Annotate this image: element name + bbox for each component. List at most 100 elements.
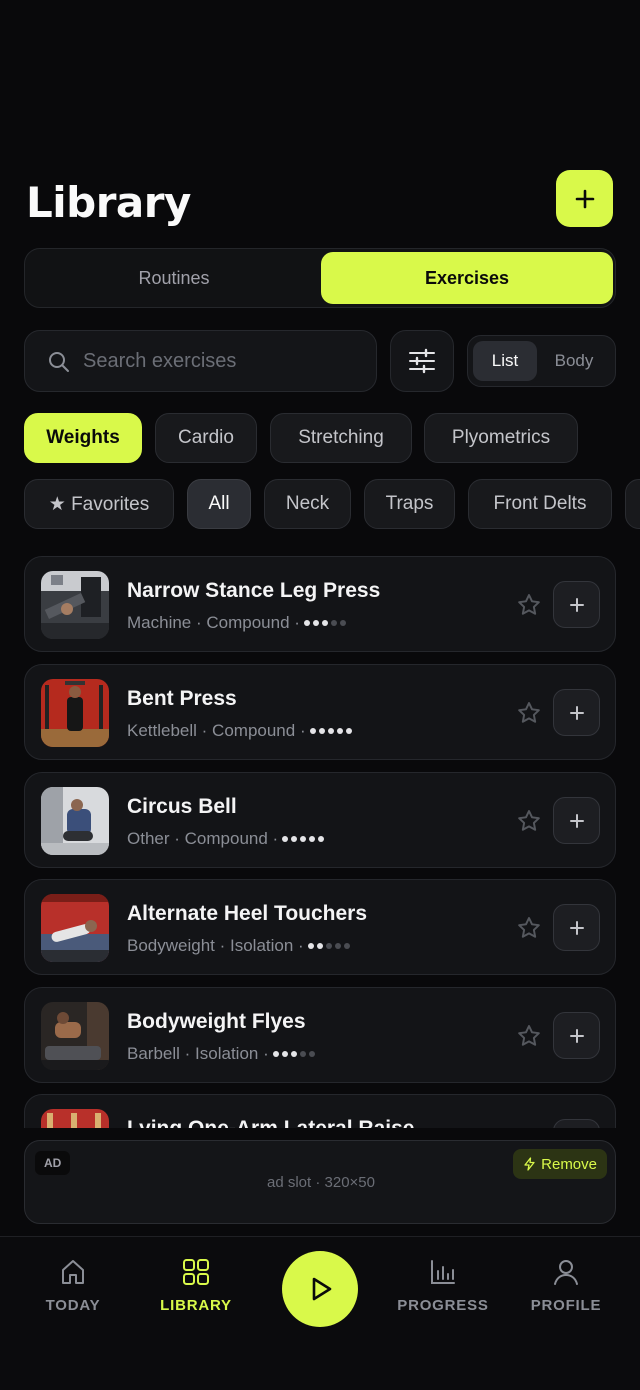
play-icon xyxy=(312,1277,332,1301)
plus-icon xyxy=(569,920,584,935)
difficulty-dot-filled xyxy=(303,620,310,626)
exercise-name: Alternate Heel Touchers xyxy=(127,902,368,925)
exercise-thumbnail xyxy=(41,679,109,747)
chip-favorites[interactable]: ★ Favorites xyxy=(24,479,174,529)
chip-weights[interactable]: Weights xyxy=(24,413,142,463)
exercise-card[interactable]: Circus Bell Other · Compound · xyxy=(24,772,616,868)
view-body-button[interactable]: Body xyxy=(540,341,608,381)
chip-plyometrics[interactable]: Plyometrics xyxy=(424,413,578,463)
exercise-card[interactable]: Bodyweight Flyes Barbell · Isolation · xyxy=(24,987,616,1083)
chip-more[interactable] xyxy=(625,479,640,529)
sliders-icon xyxy=(409,348,435,374)
star-icon xyxy=(518,594,540,615)
add-exercise-button[interactable] xyxy=(553,581,600,628)
difficulty-dot-filled xyxy=(300,836,307,842)
library-segmented-control: Routines Exercises xyxy=(24,248,616,308)
difficulty-dot-empty xyxy=(343,943,350,949)
exercise-name: Bent Press xyxy=(127,687,237,710)
exercise-card[interactable]: Lying One-Arm Lateral Raise xyxy=(24,1094,616,1128)
exercise-mechanic: Isolation xyxy=(230,936,294,955)
exercise-equipment: Kettlebell xyxy=(127,721,197,740)
difficulty-dots xyxy=(303,620,346,626)
nav-progress-label: PROGRESS xyxy=(397,1297,489,1314)
difficulty-dot-filled xyxy=(307,943,314,949)
difficulty-dot-filled xyxy=(309,728,316,734)
difficulty-dot-filled xyxy=(309,836,316,842)
search-input[interactable] xyxy=(83,331,363,391)
plus-icon xyxy=(575,189,594,208)
difficulty-dot-filled xyxy=(312,620,319,626)
difficulty-dot-empty xyxy=(339,620,346,626)
exercise-equipment: Bodyweight xyxy=(127,936,215,955)
add-exercise-button[interactable] xyxy=(553,689,600,736)
exercise-mechanic: Compound xyxy=(184,829,268,848)
chip-traps[interactable]: Traps xyxy=(364,479,455,529)
search-box xyxy=(24,330,377,392)
difficulty-dot-filled xyxy=(281,1051,288,1057)
add-exercise-button[interactable] xyxy=(553,1012,600,1059)
chip-cardio[interactable]: Cardio xyxy=(155,413,257,463)
nav-library[interactable]: LIBRARY xyxy=(136,1257,256,1314)
ad-slot-text: ad slot · 320×50 xyxy=(267,1174,375,1191)
user-icon xyxy=(554,1260,578,1285)
exercise-thumbnail xyxy=(41,894,109,962)
plus-icon xyxy=(569,597,584,612)
difficulty-dot-empty xyxy=(308,1051,315,1057)
page-title: Library xyxy=(26,178,191,227)
exercise-equipment: Machine xyxy=(127,613,192,632)
tab-routines[interactable]: Routines xyxy=(28,252,320,304)
favorite-star-button[interactable] xyxy=(515,914,543,942)
exercise-thumbnail xyxy=(41,787,109,855)
star-icon xyxy=(518,1025,540,1046)
exercise-card[interactable]: Bent Press Kettlebell · Compound · xyxy=(24,664,616,760)
difficulty-dot-filled xyxy=(327,728,334,734)
add-routine-button[interactable] xyxy=(556,170,613,227)
exercise-name: Circus Bell xyxy=(127,795,237,818)
exercise-mechanic: Compound xyxy=(212,721,296,740)
star-icon xyxy=(518,917,540,938)
difficulty-dot-empty xyxy=(325,943,332,949)
exercise-thumbnail xyxy=(41,571,109,639)
view-list-button[interactable]: List xyxy=(473,341,537,381)
ad-badge: AD xyxy=(35,1151,71,1175)
chip-neck[interactable]: Neck xyxy=(264,479,351,529)
favorite-star-button[interactable] xyxy=(515,807,543,835)
filter-button[interactable] xyxy=(390,330,454,392)
difficulty-dot-filled xyxy=(318,728,325,734)
plus-icon xyxy=(569,705,584,720)
difficulty-dot-empty xyxy=(334,943,341,949)
nav-progress[interactable]: PROGRESS xyxy=(383,1257,503,1314)
plus-icon xyxy=(569,813,584,828)
plus-icon xyxy=(569,1028,584,1043)
chip-stretching[interactable]: Stretching xyxy=(270,413,412,463)
add-exercise-button[interactable] xyxy=(553,797,600,844)
difficulty-dots xyxy=(282,836,325,842)
start-workout-button[interactable] xyxy=(282,1251,358,1327)
ad-banner: AD Remove ad slot · 320×50 xyxy=(24,1140,616,1224)
bottom-nav: TODAY LIBRARY PROGRESS PROFILE xyxy=(0,1236,640,1390)
add-exercise-button[interactable] xyxy=(553,904,600,951)
star-icon xyxy=(518,702,540,723)
favorite-star-button[interactable] xyxy=(515,699,543,727)
add-exercise-button[interactable] xyxy=(553,1119,600,1128)
difficulty-dot-filled xyxy=(316,943,323,949)
search-icon xyxy=(49,352,69,372)
view-toggle: List Body xyxy=(467,335,616,387)
difficulty-dot-filled xyxy=(336,728,343,734)
exercise-equipment: Barbell xyxy=(127,1044,180,1063)
difficulty-dot-filled xyxy=(272,1051,279,1057)
difficulty-dot-empty xyxy=(330,620,337,626)
chip-front-delts[interactable]: Front Delts xyxy=(468,479,612,529)
nav-today[interactable]: TODAY xyxy=(13,1257,133,1314)
nav-profile[interactable]: PROFILE xyxy=(506,1257,626,1314)
exercise-card[interactable]: Narrow Stance Leg Press Machine · Compou… xyxy=(24,556,616,652)
chip-all[interactable]: All xyxy=(187,479,251,529)
exercise-card[interactable]: Alternate Heel Touchers Bodyweight · Iso… xyxy=(24,879,616,975)
difficulty-dots xyxy=(272,1051,315,1057)
difficulty-dots xyxy=(307,943,350,949)
favorite-star-button[interactable] xyxy=(515,591,543,619)
favorite-star-button[interactable] xyxy=(515,1022,543,1050)
tab-exercises[interactable]: Exercises xyxy=(321,252,613,304)
exercise-name: Lying One-Arm Lateral Raise xyxy=(127,1117,414,1128)
exercise-name: Narrow Stance Leg Press xyxy=(127,579,381,602)
